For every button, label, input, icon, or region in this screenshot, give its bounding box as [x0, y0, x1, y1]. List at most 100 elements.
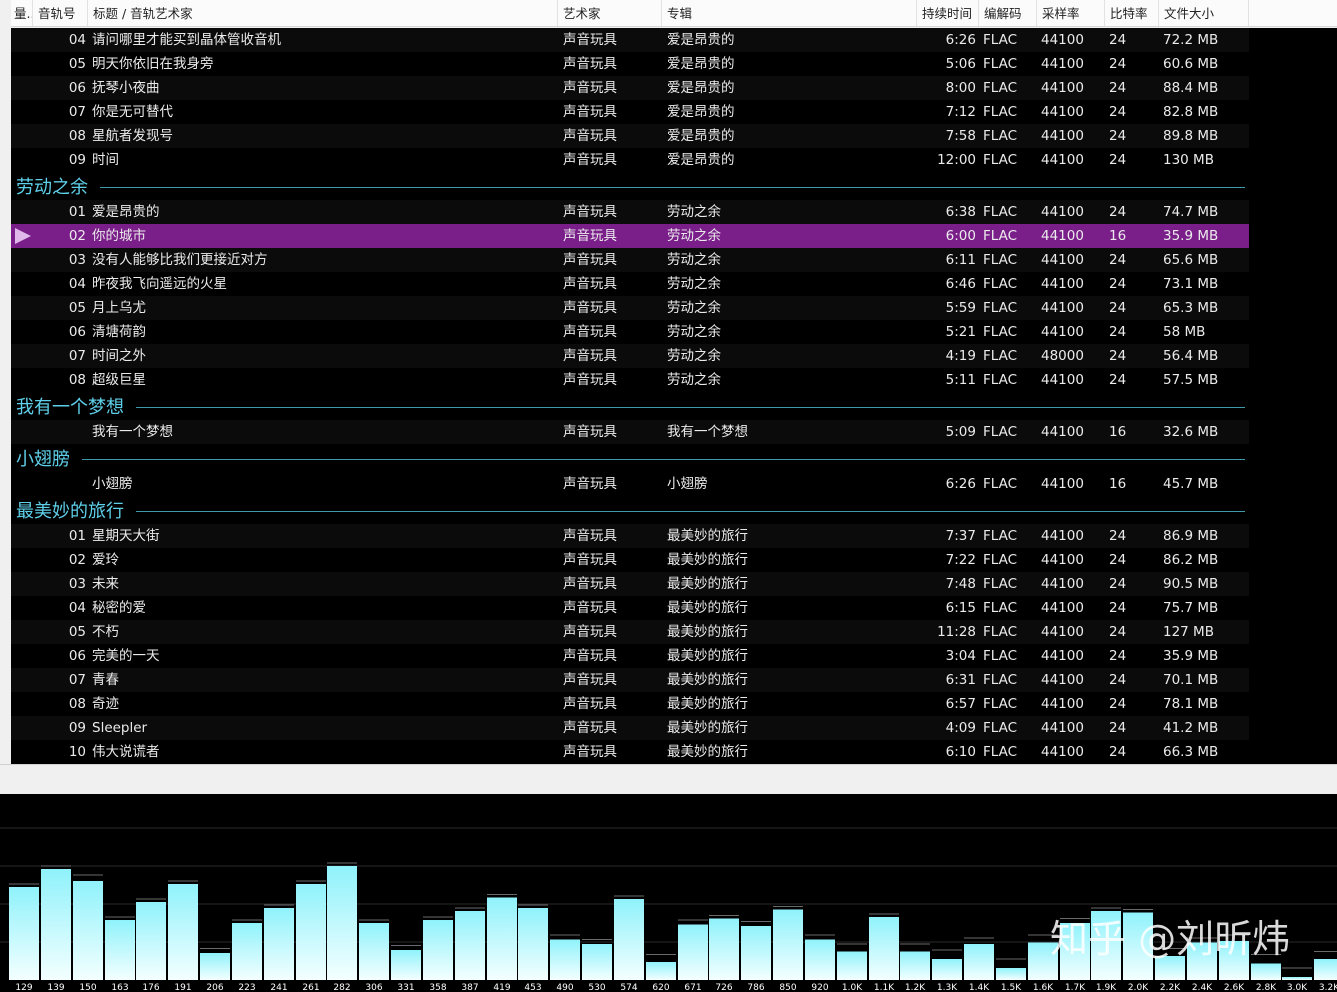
track-artist: 声音玩具	[563, 228, 617, 244]
track-row[interactable]: 05 不朽 声音玩具 最美妙的旅行 11:28 FLAC 44100 24 127 MB	[11, 620, 1249, 644]
track-album: 劳动之余	[667, 372, 721, 388]
track-samplerate: 44100	[1041, 228, 1084, 244]
track-title: 爱玲	[92, 552, 119, 568]
track-row[interactable]: 01 星期天大街 声音玩具 最美妙的旅行 7:37 FLAC 44100 24 86.9 MB	[11, 524, 1249, 548]
column-header-artist[interactable]: 艺术家	[558, 0, 662, 26]
spectrum-bar	[487, 897, 517, 980]
spectrum-frequency-label: 530	[588, 983, 605, 992]
track-duration: 5:09	[945, 424, 976, 440]
track-duration: 7:12	[945, 104, 976, 120]
track-codec: FLAC	[983, 32, 1018, 48]
track-row[interactable]: 07 你是无可替代 声音玩具 爱是昂贵的 7:12 FLAC 44100 24 82.8 MB	[11, 100, 1249, 124]
spectrum-frequency-label: 920	[811, 983, 828, 992]
track-row[interactable]: 08 超级巨星 声音玩具 劳动之余 5:11 FLAC 44100 24 57.5 MB	[11, 368, 1249, 392]
track-codec: FLAC	[983, 720, 1018, 736]
track-row[interactable]: 01 爱是昂贵的 声音玩具 劳动之余 6:38 FLAC 44100 24 74.7 MB	[11, 200, 1249, 224]
track-title: 秘密的爱	[92, 600, 146, 616]
track-album: 最美妙的旅行	[667, 624, 748, 640]
track-bitdepth: 24	[1109, 720, 1127, 736]
track-row[interactable]: 06 完美的一天 声音玩具 最美妙的旅行 3:04 FLAC 44100 24 35.9 MB	[11, 644, 1249, 668]
track-samplerate: 44100	[1041, 528, 1084, 544]
group-header[interactable]: 劳动之余	[11, 174, 1249, 202]
track-row[interactable]: 小翅膀 声音玩具 小翅膀 6:26 FLAC 44100 16 45.7 MB	[11, 472, 1249, 496]
track-album: 爱是昂贵的	[667, 128, 735, 144]
track-duration: 5:21	[945, 324, 976, 340]
group-header[interactable]: 最美妙的旅行	[11, 498, 1249, 526]
track-artist: 声音玩具	[563, 552, 617, 568]
track-number: 06	[68, 648, 86, 664]
track-row[interactable]: 06 清塘荷韵 声音玩具 劳动之余 5:21 FLAC 44100 24 58 MB	[11, 320, 1249, 344]
track-row[interactable]: 09 时间 声音玩具 爱是昂贵的 12:00 FLAC 44100 24 130 MB	[11, 148, 1249, 172]
spectrum-frequency-label: 419	[493, 983, 510, 992]
track-number: 07	[68, 104, 86, 120]
track-row[interactable]: 04 秘密的爱 声音玩具 最美妙的旅行 6:15 FLAC 44100 24 75.7 MB	[11, 596, 1249, 620]
track-row[interactable]: 03 没有人能够比我们更接近对方 声音玩具 劳动之余 6:11 FLAC 44100 24 65…	[11, 248, 1249, 272]
track-codec: FLAC	[983, 104, 1018, 120]
track-row[interactable]: 09 Sleepler 声音玩具 最美妙的旅行 4:09 FLAC 44100 24 41.2 …	[11, 716, 1249, 740]
track-number: 07	[68, 348, 86, 364]
column-header-track[interactable]: 音轨号	[33, 0, 88, 26]
track-duration: 12:00	[937, 152, 976, 168]
spectrum-bar	[232, 923, 262, 980]
track-row[interactable]: 04 请问哪里才能买到晶体管收音机 声音玩具 爱是昂贵的 6:26 FLAC 44100 24…	[11, 28, 1249, 52]
track-samplerate: 44100	[1041, 252, 1084, 268]
spectrum-bar	[518, 908, 548, 980]
track-row[interactable]: 10 伟大说谎者 声音玩具 最美妙的旅行 6:10 FLAC 44100 24 66.3 MB	[11, 740, 1249, 764]
track-row[interactable]: 07 青春 声音玩具 最美妙的旅行 6:31 FLAC 44100 24 70.1 MB	[11, 668, 1249, 692]
track-bitdepth: 24	[1109, 252, 1127, 268]
spectrum-bar	[136, 902, 166, 980]
spectrum-frequency-label: 490	[556, 983, 573, 992]
track-number: 06	[68, 80, 86, 96]
track-row[interactable]: 08 星航者发现号 声音玩具 爱是昂贵的 7:58 FLAC 44100 24 89.8 MB	[11, 124, 1249, 148]
spectrum-bar	[964, 944, 994, 980]
column-header-samplerate[interactable]: 采样率	[1037, 0, 1105, 26]
track-filesize: 57.5 MB	[1163, 372, 1219, 388]
column-header-codec[interactable]: 编解码	[979, 0, 1037, 26]
track-number: 08	[68, 696, 86, 712]
track-row[interactable]: 08 奇迹 声音玩具 最美妙的旅行 6:57 FLAC 44100 24 78.1 MB	[11, 692, 1249, 716]
track-samplerate: 44100	[1041, 372, 1084, 388]
track-row[interactable]: 07 时间之外 声音玩具 劳动之余 4:19 FLAC 48000 24 56.4 MB	[11, 344, 1249, 368]
track-row[interactable]: 我有一个梦想 声音玩具 我有一个梦想 5:09 FLAC 44100 16 32.6 MB	[11, 420, 1249, 444]
column-header-filesize[interactable]: 文件大小	[1159, 0, 1249, 26]
group-header[interactable]: 我有一个梦想	[11, 394, 1249, 422]
track-number: 05	[68, 56, 86, 72]
track-row[interactable]: 02 爱玲 声音玩具 最美妙的旅行 7:22 FLAC 44100 24 86.2 MB	[11, 548, 1249, 572]
track-title: 伟大说谎者	[92, 744, 160, 760]
track-album: 最美妙的旅行	[667, 576, 748, 592]
track-filesize: 86.2 MB	[1163, 552, 1219, 568]
spectrum-bar	[741, 926, 771, 980]
track-title: 你的城市	[92, 228, 146, 244]
column-header-status[interactable]: 量..	[11, 0, 33, 26]
track-filesize: 75.7 MB	[1163, 600, 1219, 616]
track-duration: 6:26	[945, 476, 976, 492]
track-album: 最美妙的旅行	[667, 528, 748, 544]
track-title: 青春	[92, 672, 119, 688]
track-row[interactable]: 06 抚琴小夜曲 声音玩具 爱是昂贵的 8:00 FLAC 44100 24 88.4 MB	[11, 76, 1249, 100]
panel-splitter[interactable]	[0, 764, 1337, 794]
track-row[interactable]: 04 昨夜我飞向遥远的火星 声音玩具 劳动之余 6:46 FLAC 44100 24 73.1 …	[11, 272, 1249, 296]
spectrum-frequency-label: 282	[333, 983, 350, 992]
track-row-now-playing[interactable]: 02 你的城市 声音玩具 劳动之余 6:00 FLAC 44100 16 35.9 MB	[11, 224, 1249, 248]
track-filesize: 73.1 MB	[1163, 276, 1219, 292]
track-filesize: 65.6 MB	[1163, 252, 1219, 268]
track-codec: FLAC	[983, 672, 1018, 688]
track-title: 星期天大街	[92, 528, 160, 544]
track-artist: 声音玩具	[563, 576, 617, 592]
column-header-duration[interactable]: 持续时间	[917, 0, 979, 26]
track-row[interactable]: 05 月上乌尤 声音玩具 劳动之余 5:59 FLAC 44100 24 65.3 MB	[11, 296, 1249, 320]
track-duration: 11:28	[937, 624, 976, 640]
spectrum-bar	[168, 884, 198, 980]
column-header-album[interactable]: 专辑	[662, 0, 917, 26]
spectrum-frequency-label: 163	[111, 983, 128, 992]
track-row[interactable]: 03 未来 声音玩具 最美妙的旅行 7:48 FLAC 44100 24 90.5 MB	[11, 572, 1249, 596]
track-artist: 声音玩具	[563, 348, 617, 364]
track-row[interactable]: 05 明天你依旧在我身旁 声音玩具 爱是昂贵的 5:06 FLAC 44100 24 60.6 …	[11, 52, 1249, 76]
spectrum-frequency-label: 1.7K	[1065, 983, 1086, 992]
column-header-title[interactable]: 标题 / 音轨艺术家	[88, 0, 558, 26]
track-title: 时间	[92, 152, 119, 168]
spectrum-frequency-label: 3.2K	[1319, 983, 1337, 992]
column-header-bitdepth[interactable]: 比特率	[1105, 0, 1159, 26]
track-number: 05	[68, 624, 86, 640]
group-header[interactable]: 小翅膀	[11, 446, 1249, 474]
